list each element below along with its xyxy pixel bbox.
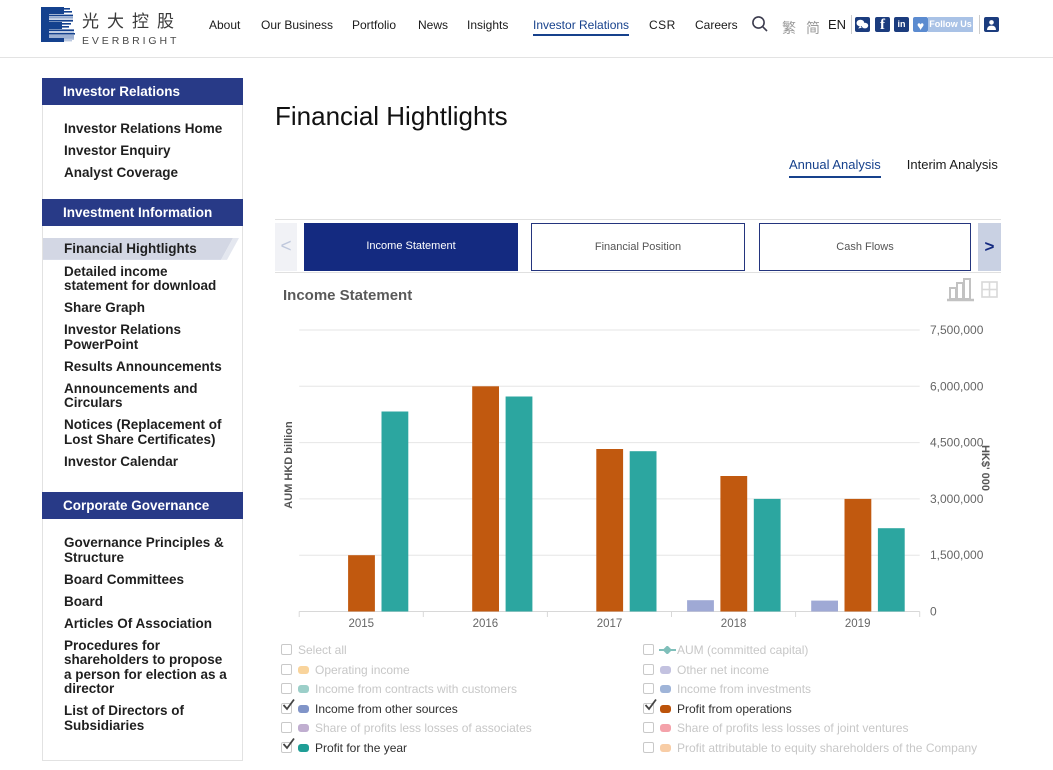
svg-text:2017: 2017	[597, 618, 623, 630]
svg-text:6,000,000: 6,000,000	[930, 379, 984, 393]
svg-text:AUM HKD billion: AUM HKD billion	[283, 421, 295, 509]
svg-text:2018: 2018	[721, 618, 747, 630]
svg-text:0: 0	[930, 605, 937, 619]
svg-text:2015: 2015	[349, 618, 375, 630]
svg-text:3,000,000: 3,000,000	[930, 492, 984, 506]
svg-text:1,500,000: 1,500,000	[930, 548, 984, 562]
svg-text:4,500,000: 4,500,000	[930, 436, 984, 450]
svg-text:2016: 2016	[473, 618, 499, 630]
svg-text:HK$' 000: HK$' 000	[979, 445, 991, 491]
svg-text:2019: 2019	[845, 618, 871, 630]
svg-text:7,500,000: 7,500,000	[930, 323, 984, 337]
